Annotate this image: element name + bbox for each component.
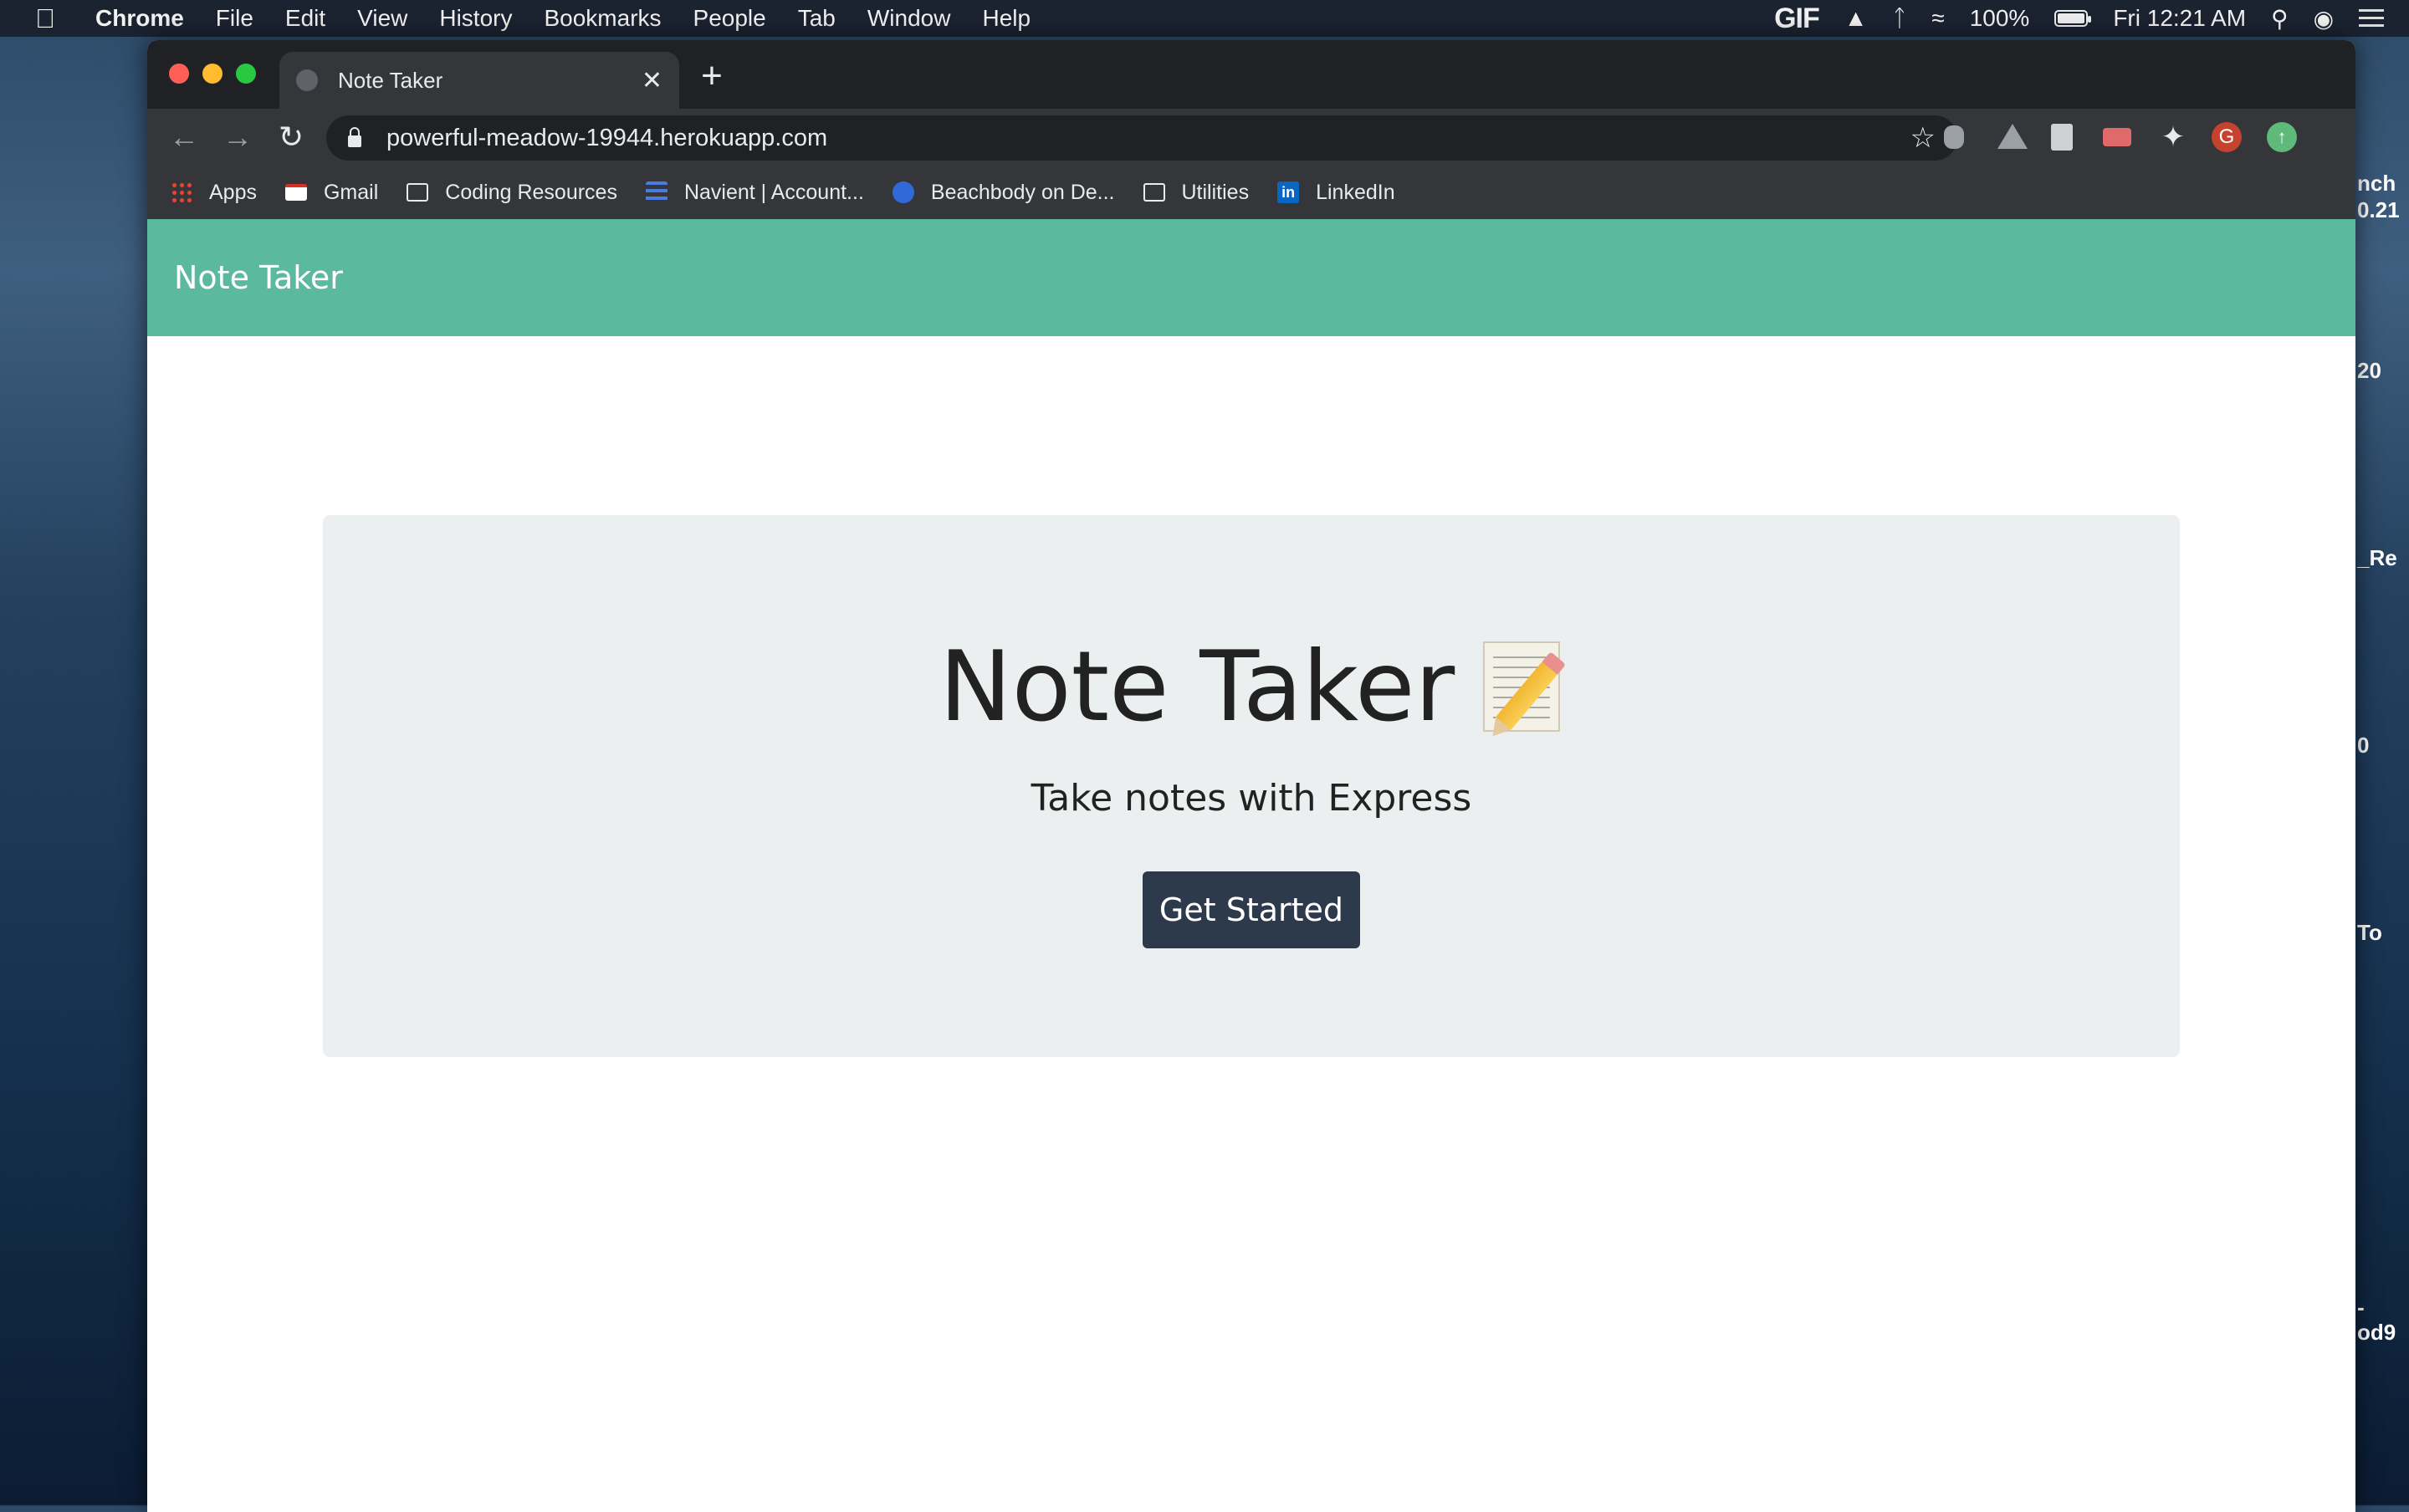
spotlight-search-icon[interactable]: ⚲ [2271, 5, 2289, 33]
folder-icon [1143, 183, 1165, 202]
window-zoom-button[interactable] [236, 64, 256, 84]
document-extension-icon[interactable] [2051, 124, 2073, 151]
forward-arrow-icon[interactable]: → [219, 119, 256, 156]
desktop-file-label[interactable]: - [2357, 1295, 2365, 1320]
bookmark-star-icon[interactable]: ☆ [1910, 121, 1936, 155]
bookmark-label: Coding Resources [445, 180, 617, 204]
menu-file[interactable]: File [216, 5, 253, 32]
desktop-file-label[interactable]: To [2357, 920, 2382, 946]
tab-strip: Note Taker ✕ + [147, 40, 2355, 109]
menu-edit[interactable]: Edit [285, 5, 325, 32]
desktop-file-label[interactable]: 0 [2357, 733, 2369, 759]
battery-icon[interactable] [2054, 10, 2092, 27]
battery-percent[interactable]: 100% [1970, 5, 2030, 32]
airplay-icon[interactable]: ▲ [1844, 5, 1868, 32]
extension-mouse-icon[interactable] [1944, 125, 1964, 149]
web-page: Note Taker Note Taker Take notes with Ex… [147, 219, 2355, 1512]
menu-history[interactable]: History [439, 5, 512, 32]
back-arrow-icon[interactable]: ← [166, 119, 202, 156]
window-minimize-button[interactable] [202, 64, 222, 84]
bookmark-beachbody[interactable]: Beachbody on De... [892, 180, 1115, 205]
navient-icon [645, 181, 667, 203]
menu-tab[interactable]: Tab [798, 5, 836, 32]
menu-app-name[interactable]: Chrome [95, 5, 184, 32]
menu-help[interactable]: Help [982, 5, 1031, 32]
menu-clock[interactable]: Fri 12:21 AM [2113, 5, 2246, 32]
bookmark-label: Utilities [1181, 180, 1250, 204]
gif-recorder-icon[interactable]: GIF [1774, 3, 1820, 35]
bookmark-navient[interactable]: Navient | Account... [645, 180, 864, 205]
macos-menu-bar:  Chrome File Edit View History Bookmark… [0, 0, 2409, 37]
menu-view[interactable]: View [357, 5, 407, 32]
bookmark-label: Gmail [323, 180, 379, 204]
bookmark-utilities[interactable]: Utilities [1143, 180, 1250, 205]
window-close-button[interactable] [169, 64, 189, 84]
browser-toolbar: ← → ↻ powerful-meadow-19944.herokuapp.co… [147, 109, 2355, 166]
navbar-brand-link[interactable]: Note Taker [174, 259, 343, 296]
menu-extras: GIF ▲ ᛏ ≈ 100% Fri 12:21 AM ⚲ ◉ [1749, 3, 2384, 35]
hero-subtitle: Take notes with Express [1031, 777, 1472, 820]
bookmark-coding-resources[interactable]: Coding Resources [407, 181, 617, 205]
bookmark-linkedin[interactable]: in LinkedIn [1277, 181, 1395, 205]
tab-close-icon[interactable]: ✕ [642, 66, 662, 95]
siri-icon[interactable]: ◉ [2314, 5, 2334, 33]
desktop-file-label[interactable]: _Re [2357, 545, 2397, 571]
menu-people[interactable]: People [693, 5, 766, 32]
bookmark-label: Navient | Account... [683, 180, 864, 204]
notification-center-icon[interactable] [2359, 9, 2384, 28]
linkedin-icon: in [1277, 181, 1300, 203]
beachbody-icon [892, 181, 914, 203]
bluetooth-icon[interactable]: ᛏ [1893, 5, 1907, 32]
bookmark-label: Apps [209, 180, 257, 204]
browser-tab[interactable]: Note Taker ✕ [279, 52, 679, 109]
google-drive-icon[interactable] [1997, 124, 2028, 149]
memo-pencil-icon [1483, 641, 1563, 733]
bookmark-gmail[interactable]: Gmail [284, 180, 379, 205]
bookmarks-bar: Apps Gmail Coding Resources Navient | Ac… [147, 166, 2355, 219]
desktop-file-label[interactable]: 0.21 [2357, 197, 2400, 223]
tab-title: Note Taker [338, 67, 443, 93]
apple-logo-icon[interactable]:  [25, 3, 65, 34]
desktop-file-label[interactable]: 20 [2357, 358, 2381, 384]
chrome-window: Note Taker ✕ + ← → ↻ powerful-meadow-199… [147, 40, 2355, 1512]
address-bar[interactable]: powerful-meadow-19944.herokuapp.com ☆ [326, 115, 1957, 161]
profile-avatar[interactable]: G [2212, 122, 2242, 152]
menu-bookmarks[interactable]: Bookmarks [544, 5, 661, 32]
url-text[interactable]: powerful-meadow-19944.herokuapp.com [386, 125, 1910, 152]
desktop-file-label[interactable]: od9 [2357, 1320, 2396, 1346]
hero-title-row: Note Taker [323, 631, 2180, 743]
get-started-button[interactable]: Get Started [1143, 871, 1360, 948]
hero-jumbotron: Note Taker Take notes with Express Get S… [323, 515, 2180, 1057]
desktop-file-label[interactable]: nch [2357, 171, 2396, 197]
gmail-icon [284, 184, 307, 201]
extensions-puzzle-icon[interactable]: ✦ [2158, 122, 2188, 152]
bookmark-label: LinkedIn [1316, 180, 1395, 204]
folder-icon [407, 183, 429, 202]
lock-icon[interactable] [348, 127, 361, 147]
menu-window[interactable]: Window [867, 5, 951, 32]
update-arrow-icon[interactable]: ↑ [2267, 122, 2297, 152]
hero-title: Note Taker [939, 631, 1455, 743]
globe-icon [296, 69, 318, 91]
app-navbar: Note Taker [147, 219, 2355, 336]
wifi-icon[interactable]: ≈ [1931, 5, 1944, 32]
reload-icon[interactable]: ↻ [273, 119, 309, 156]
bookmark-apps[interactable]: Apps [171, 181, 257, 205]
video-extension-icon[interactable] [2103, 128, 2131, 146]
new-tab-button[interactable]: + [691, 55, 733, 97]
apps-grid-icon [171, 181, 192, 203]
bookmark-label: Beachbody on De... [930, 180, 1115, 204]
